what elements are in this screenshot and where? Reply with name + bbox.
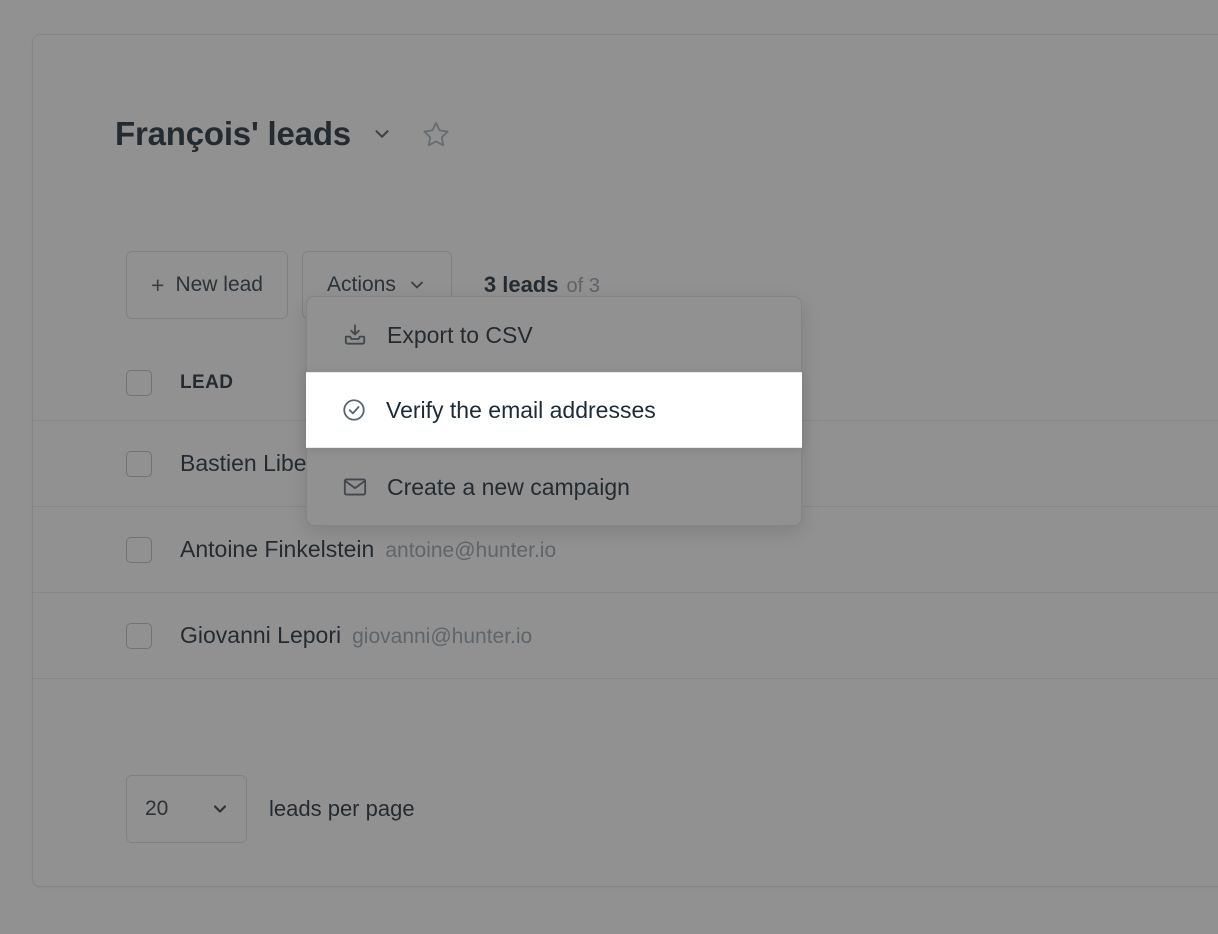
menu-item-label: Verify the email addresses [386,396,656,423]
check-circle-icon [340,396,368,424]
menu-item-verify-the-email-addresses[interactable]: Verify the email addresses [306,372,802,448]
modal-overlay [0,0,1218,934]
app-root: François' leads + New lead Actions 3 lea… [0,0,1218,934]
